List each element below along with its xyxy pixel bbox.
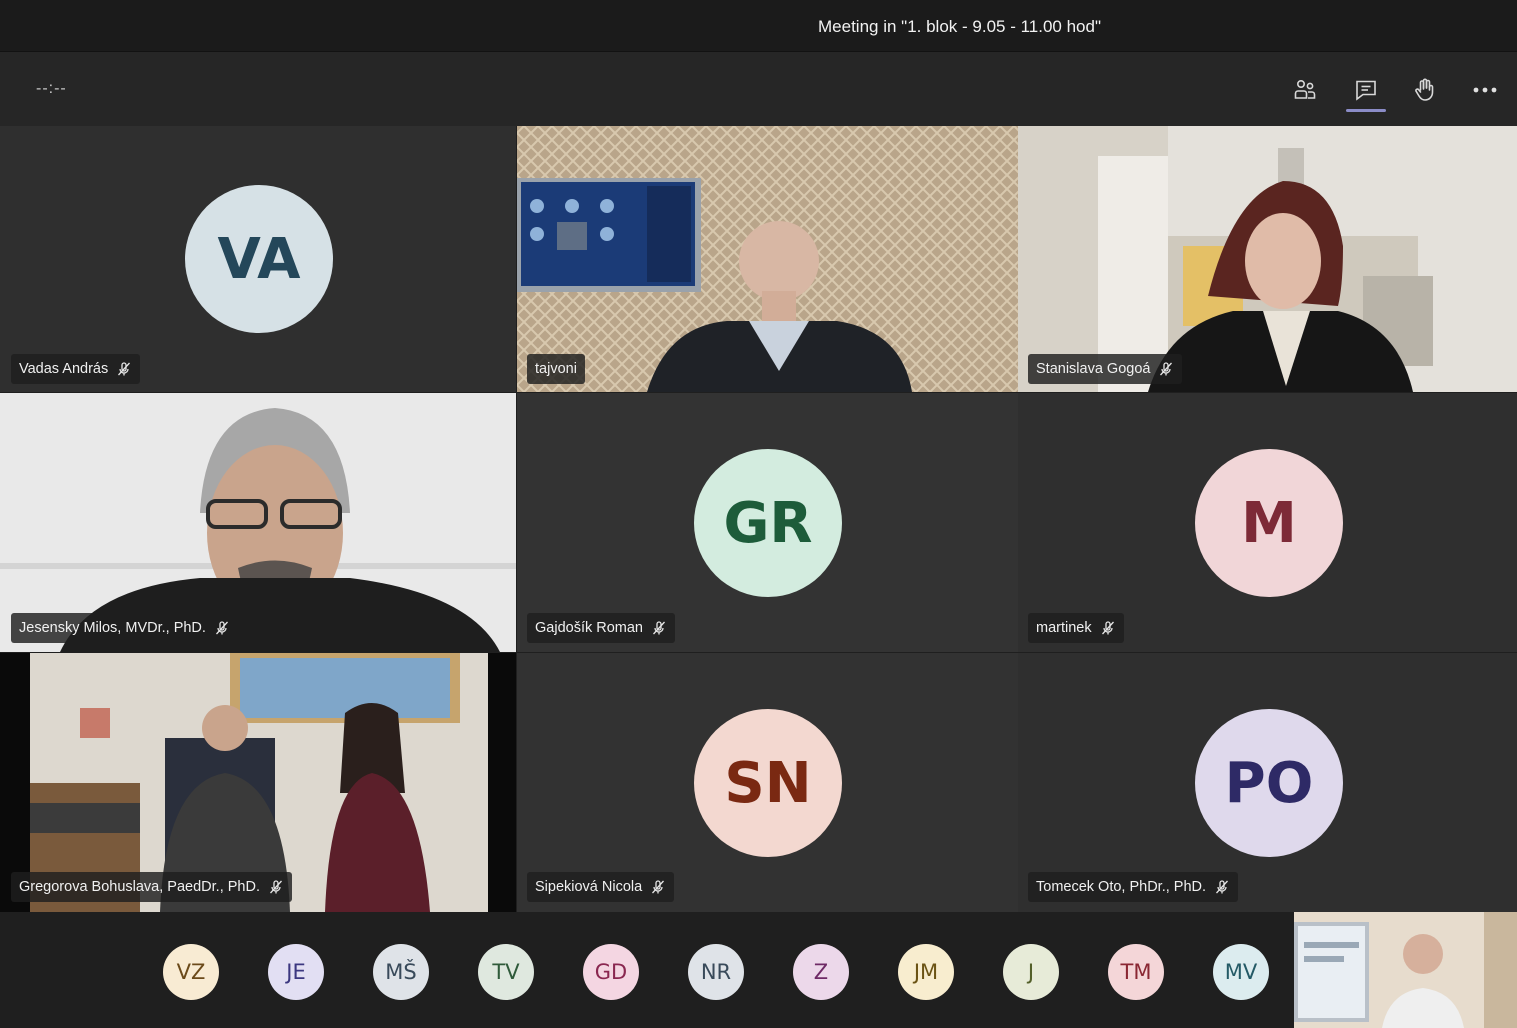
mic-off-icon <box>1101 621 1114 635</box>
mic-off-icon <box>1216 880 1229 894</box>
participant-tile[interactable]: PO Tomecek Oto, PhDr., PhD. <box>1018 653 1517 912</box>
participant-tile[interactable]: SN Sipekiová Nicola <box>517 653 1018 912</box>
more-options-button[interactable] <box>1463 70 1507 110</box>
participant-avatar[interactable]: J <box>1003 944 1059 1000</box>
video-feed <box>1018 126 1517 392</box>
participant-avatar[interactable]: NR <box>688 944 744 1000</box>
raise-hand-button[interactable] <box>1403 70 1447 110</box>
participant-avatar[interactable]: GD <box>583 944 639 1000</box>
mic-off-icon <box>1160 362 1173 376</box>
chat-icon <box>1356 80 1376 101</box>
participant-avatar[interactable]: JM <box>898 944 954 1000</box>
avatar: SN <box>694 709 842 857</box>
participant-nameplate: Jesensky Milos, MVDr., PhD. <box>11 613 238 643</box>
participant-name: Vadas András <box>19 361 109 377</box>
participant-nameplate: martinek <box>1028 613 1124 643</box>
participant-name: Gajdošík Roman <box>535 620 643 636</box>
participant-avatar[interactable]: VZ <box>163 944 219 1000</box>
participant-nameplate: Stanislava Gogoá <box>1028 354 1183 384</box>
participant-tile[interactable]: Gregorova Bohuslava, PaedDr., PhD. <box>0 653 516 912</box>
participant-name: Tomecek Oto, PhDr., PhD. <box>1036 879 1207 895</box>
participant-nameplate: Vadas András <box>11 354 141 384</box>
mic-off-icon <box>215 621 228 635</box>
meeting-title: Meeting in "1. blok - 9.05 - 11.00 hod" <box>818 17 1101 36</box>
participant-nameplate: tajvoni <box>527 354 585 384</box>
avatar: M <box>1195 449 1343 597</box>
participant-avatar[interactable]: JE <box>268 944 324 1000</box>
participant-name: martinek <box>1036 620 1092 636</box>
meeting-timer: --:-- <box>36 80 67 97</box>
participant-nameplate: Gregorova Bohuslava, PaedDr., PhD. <box>11 872 292 902</box>
avatar: VA <box>185 185 333 333</box>
participant-tile[interactable]: GR Gajdošík Roman <box>517 393 1018 652</box>
participant-name: Stanislava Gogoá <box>1036 361 1151 377</box>
participant-nameplate: Sipekiová Nicola <box>527 872 675 902</box>
raise-hand-icon <box>1415 78 1434 101</box>
more-options-icon <box>1473 87 1497 93</box>
mic-off-icon <box>270 880 282 894</box>
avatar: PO <box>1195 709 1343 857</box>
participants-icon <box>1294 79 1316 99</box>
participant-avatar[interactable]: MV <box>1213 944 1269 1000</box>
participant-tile[interactable]: Jesensky Milos, MVDr., PhD. <box>0 393 516 652</box>
avatar: GR <box>694 449 842 597</box>
participant-tile[interactable]: tajvoni <box>517 126 1018 392</box>
participant-tile[interactable]: Stanislava Gogoá <box>1018 126 1517 392</box>
participant-avatar[interactable]: MŠ <box>373 944 429 1000</box>
participant-avatar[interactable]: Z <box>793 944 849 1000</box>
mic-off-icon <box>118 362 131 376</box>
video-feed <box>517 126 1018 392</box>
mic-off-icon <box>653 621 665 635</box>
participant-tile[interactable]: VA Vadas András <box>0 126 516 392</box>
participant-name: tajvoni <box>535 361 577 377</box>
meeting-toolbar: --:-- <box>0 52 1517 126</box>
mic-off-icon <box>652 880 665 894</box>
participant-tile[interactable]: M martinek <box>1018 393 1517 652</box>
participant-nameplate: Tomecek Oto, PhDr., PhD. <box>1028 872 1239 902</box>
self-video-feed <box>1294 912 1517 1028</box>
self-video-preview[interactable] <box>1294 912 1517 1028</box>
participants-button[interactable] <box>1283 70 1327 110</box>
participant-avatar[interactable]: TM <box>1108 944 1164 1000</box>
overflow-participants-bar: VZ JE MŠ TV GD NR Z JM J TM MV <box>0 912 1517 1028</box>
title-bar: Meeting in "1. blok - 9.05 - 11.00 hod" <box>0 0 1517 52</box>
participant-name: Gregorova Bohuslava, PaedDr., PhD. <box>19 879 260 895</box>
participant-name: Jesensky Milos, MVDr., PhD. <box>19 620 206 636</box>
participant-name: Sipekiová Nicola <box>535 879 643 895</box>
participant-avatar[interactable]: TV <box>478 944 534 1000</box>
chat-button[interactable] <box>1344 70 1388 112</box>
participant-nameplate: Gajdošík Roman <box>527 613 675 643</box>
